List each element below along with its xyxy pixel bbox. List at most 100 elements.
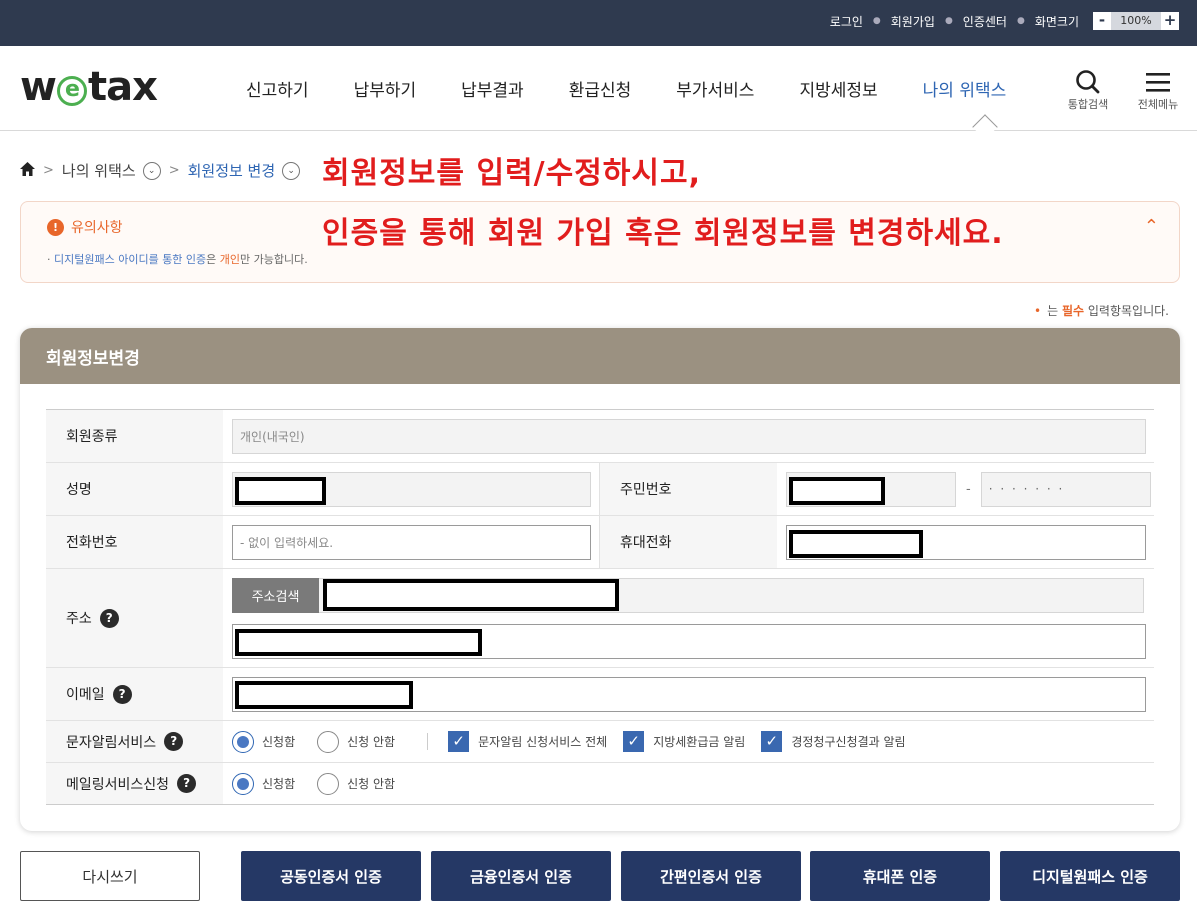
separator-dot: ● [944, 16, 953, 26]
mailing-apply-radio[interactable]: 신청함 [232, 772, 296, 795]
cert-center-link[interactable]: 인증센터 [963, 13, 1007, 30]
zoom-out-button[interactable]: - [1093, 12, 1111, 30]
sms-label-cell: 문자알림서비스 ? [46, 721, 223, 762]
help-icon[interactable]: ? [164, 732, 184, 751]
chevron-down-icon[interactable]: ⌄ [282, 161, 301, 180]
nav-report[interactable]: 신고하기 [246, 76, 309, 101]
chevron-down-icon[interactable]: ⌄ [142, 161, 161, 180]
reset-button[interactable]: 다시쓰기 [20, 851, 200, 901]
member-type-field: 개인(내국인) [232, 418, 1146, 454]
name-cell [223, 463, 600, 515]
notice-title: ! 유의사항 [47, 217, 123, 237]
member-info-table: 회원종류 개인(내국인) 성명 주민번호 - · · · · · · · 전화번… [46, 409, 1154, 805]
mailing-cell: 신청함 신청 안함 [223, 763, 1154, 804]
login-link[interactable]: 로그인 [830, 13, 863, 30]
notice-desc-post: 만 가능합니다. [240, 253, 308, 266]
refund-alert-label: 지방세환급금 알림 [653, 735, 746, 749]
zoom-in-button[interactable]: + [1161, 12, 1179, 30]
redaction-box [323, 578, 619, 611]
sms-label: 문자알림서비스 [66, 734, 157, 751]
email-input[interactable] [232, 676, 1146, 712]
breadcrumb-level1[interactable]: 나의 위택스 [62, 160, 136, 181]
breadcrumb: > 나의 위택스 ⌄ > 회원정보 변경 ⌄ [20, 160, 301, 181]
chevron-right-icon: > [168, 163, 180, 178]
breadcrumb-level2[interactable]: 회원정보 변경 [188, 160, 276, 181]
sms-cell: 신청함 신청 안함 ✓ 문자알림 신청서비스 전체 ✓ 지방세환급금 알림 ✓ 경정청… [223, 721, 1154, 762]
address-cell: 주소검색 [223, 569, 1154, 667]
nav-my-wetax[interactable]: 나의 위택스 [923, 76, 1007, 101]
separator-dot: ● [872, 16, 881, 26]
checkmark-icon: ✓ [761, 731, 783, 752]
nav-refund[interactable]: 환급신청 [569, 76, 632, 101]
sms-not-apply-radio[interactable]: 신청 안함 [317, 730, 396, 753]
all-menu-label: 전체메뉴 [1137, 98, 1179, 111]
member-type-label: 회원종류 [46, 410, 223, 462]
home-icon[interactable] [20, 161, 35, 180]
mailing-not-apply-radio[interactable]: 신청 안함 [317, 772, 396, 795]
radio-selected-icon [232, 730, 254, 753]
mailing-label: 메일링서비스신청 [66, 776, 170, 793]
correction-result-label: 경정청구신청결과 알림 [791, 735, 906, 749]
global-nav: 신고하기 납부하기 납부결과 환급신청 부가서비스 지방세정보 나의 위택스 [246, 76, 1051, 101]
required-note-em: 필수 [1061, 304, 1085, 318]
redaction-box [235, 680, 413, 709]
rrn-label: 주민번호 [600, 463, 777, 515]
address-search-button[interactable]: 주소검색 [232, 577, 319, 613]
address-detail-input[interactable] [232, 623, 1146, 659]
sms-all-checkbox[interactable]: ✓ 문자알림 신청서비스 전체 [448, 731, 607, 752]
help-icon[interactable]: ? [177, 774, 197, 793]
logo-letter-w: w [20, 64, 57, 110]
name-label: 성명 [46, 463, 223, 515]
nav-local-tax-info[interactable]: 지방세정보 [799, 76, 877, 101]
radio-selected-icon [232, 772, 254, 795]
correction-result-checkbox[interactable]: ✓ 경정청구신청결과 알림 [761, 731, 906, 752]
refund-alert-checkbox[interactable]: ✓ 지방세환급금 알림 [623, 731, 745, 752]
search-label: 통합검색 [1067, 98, 1109, 111]
notice-desc-mid: 은 [206, 253, 220, 266]
chevron-right-icon: > [43, 163, 54, 178]
signup-link[interactable]: 회원가입 [891, 13, 935, 30]
panel-title: 회원정보변경 [20, 328, 1180, 384]
radio-empty-icon [317, 772, 340, 795]
phone-input[interactable]: - 없이 입력하세요. [232, 524, 591, 560]
help-icon[interactable]: ? [99, 608, 119, 628]
redaction-box [789, 476, 885, 505]
annotation-line1: 회원정보를 입력/수정하시고, [322, 156, 701, 191]
divider [427, 733, 429, 750]
mailing-apply-label: 신청함 [262, 777, 296, 791]
nav-extra-services[interactable]: 부가서비스 [676, 76, 754, 101]
sms-all-label: 문자알림 신청서비스 전체 [478, 735, 608, 749]
rrn-back-field: · · · · · · · [980, 471, 1151, 507]
row-name-rrn: 성명 주민번호 - · · · · · · · [46, 463, 1154, 516]
phone-label: 전화번호 [46, 516, 223, 568]
simple-cert-button[interactable]: 간편인증서 인증 [621, 851, 801, 901]
phone-cert-button[interactable]: 휴대폰 인증 [810, 851, 990, 901]
sms-apply-radio[interactable]: 신청함 [232, 730, 295, 753]
collapse-toggle-icon[interactable]: ⌃ [1144, 216, 1159, 237]
name-field[interactable] [232, 471, 591, 507]
mobile-input[interactable] [786, 524, 1146, 560]
screen-size-label: 화면크기 [1034, 14, 1079, 29]
help-icon[interactable]: ? [112, 684, 132, 704]
financial-cert-button[interactable]: 금융인증서 인증 [431, 851, 611, 901]
wetax-logo[interactable]: w e tax [20, 64, 158, 110]
sms-not-apply-label: 신청 안함 [347, 735, 396, 749]
mailing-not-apply-label: 신청 안함 [347, 777, 396, 791]
member-type-cell: 개인(내국인) [223, 410, 1154, 462]
main-header: w e tax 신고하기 납부하기 납부결과 환급신청 부가서비스 지방세정보 나의… [0, 46, 1197, 131]
nav-pay-result[interactable]: 납부결과 [461, 76, 524, 101]
search-icon [1065, 68, 1111, 96]
onepass-cert-button[interactable]: 디지털원패스 인증 [1000, 851, 1180, 901]
radio-empty-icon [317, 730, 340, 753]
email-label-cell: 이메일 ? [46, 668, 223, 720]
joint-cert-button[interactable]: 공동인증서 인증 [241, 851, 421, 901]
nav-pay[interactable]: 납부하기 [354, 76, 417, 101]
email-label: 이메일 [66, 687, 105, 703]
search-button[interactable]: 통합검색 [1065, 68, 1111, 112]
rrn-front-field[interactable] [786, 471, 956, 507]
redaction-box [789, 529, 923, 558]
all-menu-button[interactable]: 전체메뉴 [1134, 68, 1182, 112]
address-label: 주소 [66, 611, 92, 627]
address-label-cell: 주소 ? [46, 569, 223, 667]
phone-cell: - 없이 입력하세요. [223, 516, 600, 568]
